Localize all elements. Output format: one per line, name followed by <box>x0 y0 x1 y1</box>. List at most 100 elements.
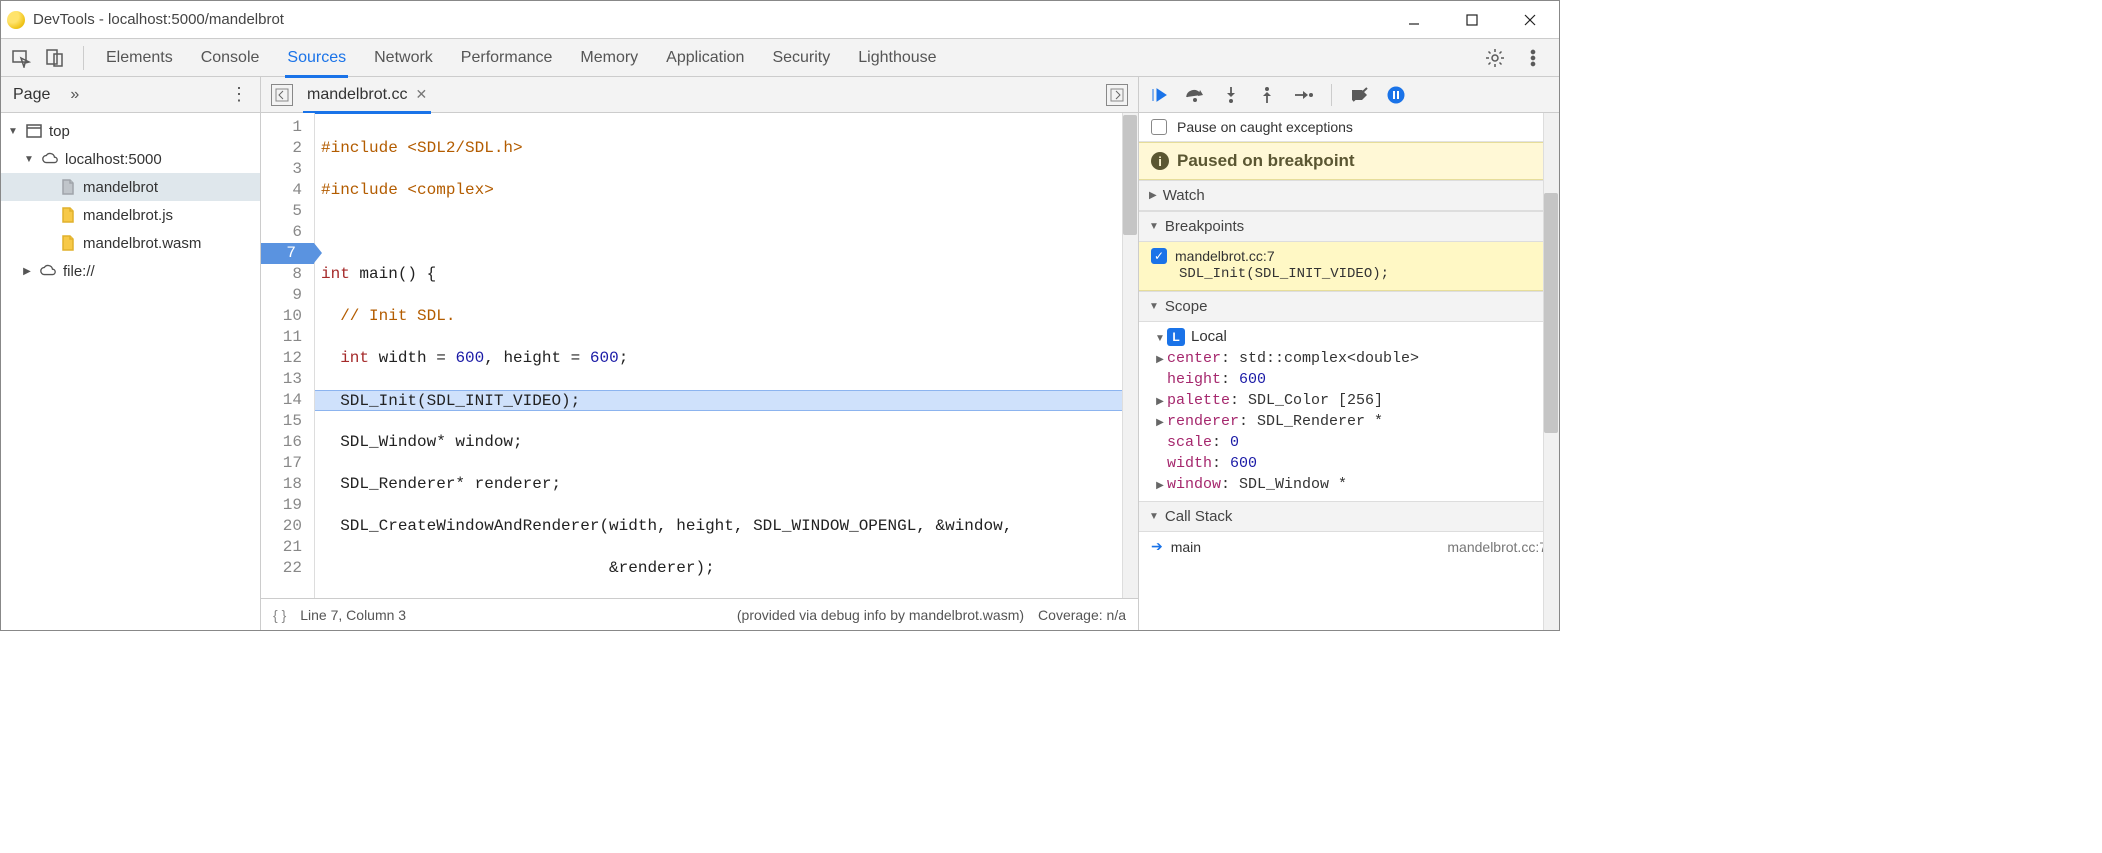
tree-file-mandelbrot-wasm[interactable]: mandelbrot.wasm <box>1 229 260 257</box>
frame-icon <box>25 122 43 140</box>
window-controls <box>1391 5 1553 35</box>
debugger-content: Pause on caught exceptions i Paused on b… <box>1139 113 1559 630</box>
section-watch[interactable]: ▶Watch <box>1139 180 1559 211</box>
navigator-panel: Page » ⋮ ▼ top ▼ localhost:5000 <box>1 77 261 630</box>
tree-label: localhost:5000 <box>65 151 162 168</box>
debugger-scrollbar[interactable] <box>1543 113 1559 630</box>
tab-elements[interactable]: Elements <box>106 39 173 77</box>
navigator-menu-icon[interactable]: ⋮ <box>230 84 248 105</box>
resume-icon[interactable] <box>1149 85 1169 105</box>
execution-line: SDL_Init(SDL_INIT_VIDEO); <box>315 390 1138 411</box>
section-callstack[interactable]: ▼Call Stack <box>1139 501 1559 532</box>
toggle-navigator-icon[interactable] <box>271 84 293 106</box>
devtools-app-icon <box>7 11 25 29</box>
section-breakpoints[interactable]: ▼Breakpoints <box>1139 211 1559 242</box>
settings-gear-icon[interactable] <box>1483 46 1507 70</box>
window-titlebar: DevTools - localhost:5000/mandelbrot <box>1 1 1559 39</box>
navigator-tab-page[interactable]: Page <box>13 86 50 104</box>
content-area: Page » ⋮ ▼ top ▼ localhost:5000 <box>1 77 1559 630</box>
tree-top-frame[interactable]: ▼ top <box>1 117 260 145</box>
tab-console[interactable]: Console <box>201 39 260 77</box>
separator <box>1331 84 1332 106</box>
breakpoint-enabled-checkbox[interactable]: ✓ <box>1151 248 1167 264</box>
tree-file-scheme[interactable]: ▶ file:// <box>1 257 260 285</box>
scope-var-width[interactable]: width: 600 <box>1139 453 1559 474</box>
callstack-frame-location: mandelbrot.cc:7 <box>1447 539 1547 555</box>
pause-on-caught-checkbox[interactable] <box>1151 119 1167 135</box>
window-maximize-button[interactable] <box>1449 5 1495 35</box>
callstack-frame-name: main <box>1171 539 1201 555</box>
step-out-icon[interactable] <box>1257 85 1277 105</box>
tree-file-mandelbrot-js[interactable]: mandelbrot.js <box>1 201 260 229</box>
scope-var-window[interactable]: ▶window: SDL_Window * <box>1139 474 1559 495</box>
window-title: DevTools - localhost:5000/mandelbrot <box>33 11 1391 28</box>
inspect-element-icon[interactable] <box>9 46 33 70</box>
wasm-file-icon <box>59 234 77 252</box>
tab-performance[interactable]: Performance <box>461 39 553 77</box>
paused-banner: i Paused on breakpoint <box>1139 142 1559 180</box>
breakpoint-code: SDL_Init(SDL_INIT_VIDEO); <box>1151 264 1544 282</box>
scope-var-center[interactable]: ▶center: std::complex<double> <box>1139 348 1559 369</box>
section-scope[interactable]: ▼Scope <box>1139 291 1559 322</box>
tree-label: mandelbrot <box>83 179 158 196</box>
editor-toolbar: mandelbrot.cc ✕ <box>261 77 1138 113</box>
pause-on-caught-label: Pause on caught exceptions <box>1177 119 1353 135</box>
tab-network[interactable]: Network <box>374 39 433 77</box>
device-toggle-icon[interactable] <box>43 46 67 70</box>
editor-body: 1234 5678 9101112 13141516 17181920 2122… <box>261 113 1138 598</box>
devtools-window: DevTools - localhost:5000/mandelbrot Ele… <box>0 0 1560 631</box>
pause-exceptions-icon[interactable] <box>1386 85 1406 105</box>
window-close-button[interactable] <box>1507 5 1553 35</box>
editor-scrollbar[interactable] <box>1122 113 1138 598</box>
scope-var-renderer[interactable]: ▶renderer: SDL_Renderer * <box>1139 411 1559 432</box>
tab-application[interactable]: Application <box>666 39 744 77</box>
file-tree: ▼ top ▼ localhost:5000 <box>1 113 260 630</box>
tree-label: mandelbrot.js <box>83 207 173 224</box>
more-menu-icon[interactable] <box>1521 46 1545 70</box>
pretty-print-icon[interactable]: { } <box>273 607 286 623</box>
tree-host[interactable]: ▼ localhost:5000 <box>1 145 260 173</box>
coverage-status: Coverage: n/a <box>1038 607 1126 623</box>
tab-security[interactable]: Security <box>772 39 830 77</box>
navigator-more-tabs-icon[interactable]: » <box>70 86 79 104</box>
breakpoint-title: mandelbrot.cc:7 <box>1175 248 1275 264</box>
paused-banner-text: Paused on breakpoint <box>1177 151 1355 171</box>
current-frame-icon: ➔ <box>1151 538 1163 555</box>
pause-on-caught-row[interactable]: Pause on caught exceptions <box>1139 113 1559 142</box>
scope-var-palette[interactable]: ▶palette: SDL_Color [256] <box>1139 390 1559 411</box>
tab-memory[interactable]: Memory <box>580 39 638 77</box>
cloud-icon <box>39 262 57 280</box>
scope-var-scale[interactable]: scale: 0 <box>1139 432 1559 453</box>
editor-tab-mandelbrot-cc[interactable]: mandelbrot.cc ✕ <box>303 77 431 113</box>
tab-sources[interactable]: Sources <box>287 39 346 77</box>
editor-panel: mandelbrot.cc ✕ 1234 5678 9101112 131415… <box>261 77 1139 630</box>
local-badge-icon: L <box>1167 328 1185 346</box>
step-icon[interactable] <box>1293 85 1313 105</box>
toggle-debugger-icon[interactable] <box>1106 84 1128 106</box>
main-tabs: Elements Console Sources Network Perform… <box>106 39 1473 77</box>
main-tabs-bar: Elements Console Sources Network Perform… <box>1 39 1559 77</box>
window-minimize-button[interactable] <box>1391 5 1437 35</box>
step-over-icon[interactable] <box>1185 85 1205 105</box>
step-into-icon[interactable] <box>1221 85 1241 105</box>
tree-label: file:// <box>63 263 95 280</box>
scope-var-height[interactable]: height: 600 <box>1139 369 1559 390</box>
callstack-frame-main[interactable]: ➔ main mandelbrot.cc:7 <box>1139 532 1559 561</box>
tab-lighthouse[interactable]: Lighthouse <box>858 39 936 77</box>
editor-statusbar: { } Line 7, Column 3 (provided via debug… <box>261 598 1138 630</box>
tree-label: top <box>49 123 70 140</box>
debug-provider: (provided via debug info by mandelbrot.w… <box>737 607 1024 623</box>
editor-tab-label: mandelbrot.cc <box>307 86 408 104</box>
code-area[interactable]: #include <SDL2/SDL.h> #include <complex>… <box>315 113 1138 598</box>
navigator-toolbar: Page » ⋮ <box>1 77 260 113</box>
scope-local-header[interactable]: ▼LLocal <box>1139 326 1559 348</box>
script-file-icon <box>59 206 77 224</box>
debugger-toolbar <box>1139 77 1559 113</box>
breakpoint-item[interactable]: ✓ mandelbrot.cc:7 SDL_Init(SDL_INIT_VIDE… <box>1139 242 1559 291</box>
tree-file-mandelbrot[interactable]: mandelbrot <box>1 173 260 201</box>
close-tab-icon[interactable]: ✕ <box>416 86 428 103</box>
deactivate-breakpoints-icon[interactable] <box>1350 85 1370 105</box>
scope-body: ▼LLocal ▶center: std::complex<double> he… <box>1139 322 1559 501</box>
line-number-gutter[interactable]: 1234 5678 9101112 13141516 17181920 2122 <box>261 113 315 598</box>
tree-label: mandelbrot.wasm <box>83 235 201 252</box>
